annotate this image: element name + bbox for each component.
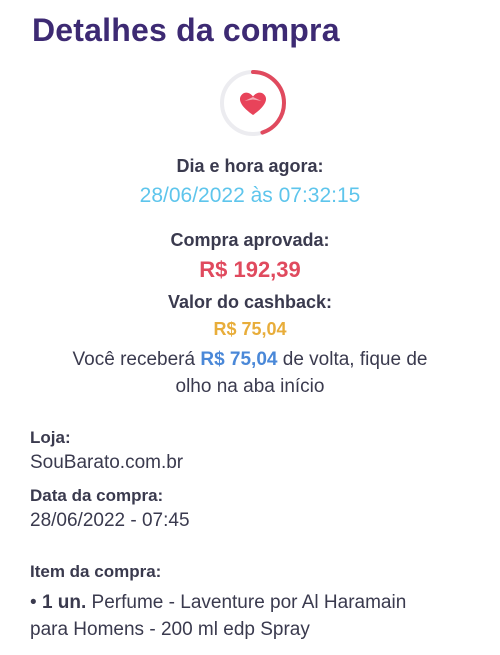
purchase-date-label: Data da compra: [30,486,164,505]
item-description-line2: para Homens - 200 ml edp Spray [30,619,310,640]
heart-icon [239,92,267,115]
store-value: SouBarato.com.br [30,452,184,473]
cashback-message-suffix: de volta, fique de [277,349,428,370]
page-title: Detalhes da compra [32,12,340,48]
current-datetime-label: Dia e hora agora: [176,156,324,176]
cashback-status-indicator [218,68,288,138]
item-bullet: • [30,592,42,613]
store-label: Loja: [30,428,71,447]
cashback-amount: R$ 75,04 [213,319,287,339]
cashback-label: Valor do cashback: [167,292,333,312]
purchase-item-label: Item da compra: [30,562,162,581]
purchase-date-value: 28/06/2022 - 07:45 [30,510,190,531]
current-datetime-value: 28/06/2022 às 07:32:15 [139,184,361,207]
approved-purchase-amount: R$ 192,39 [199,257,301,282]
cashback-message: Você receberá R$ 75,04 de volta, fique d… [0,346,500,400]
item-quantity: 1 un. [41,592,87,613]
cashback-message-prefix: Você receberá [72,349,201,370]
item-description-line1: Perfume - Laventure por Al Haramain [86,592,407,613]
purchase-item: • 1 un. Perfume - Laventure por Al Haram… [30,589,475,643]
approved-purchase-label: Compra aprovada: [170,230,330,250]
cashback-message-line2: olho na aba início [175,376,325,397]
cashback-message-amount: R$ 75,04 [200,349,278,370]
